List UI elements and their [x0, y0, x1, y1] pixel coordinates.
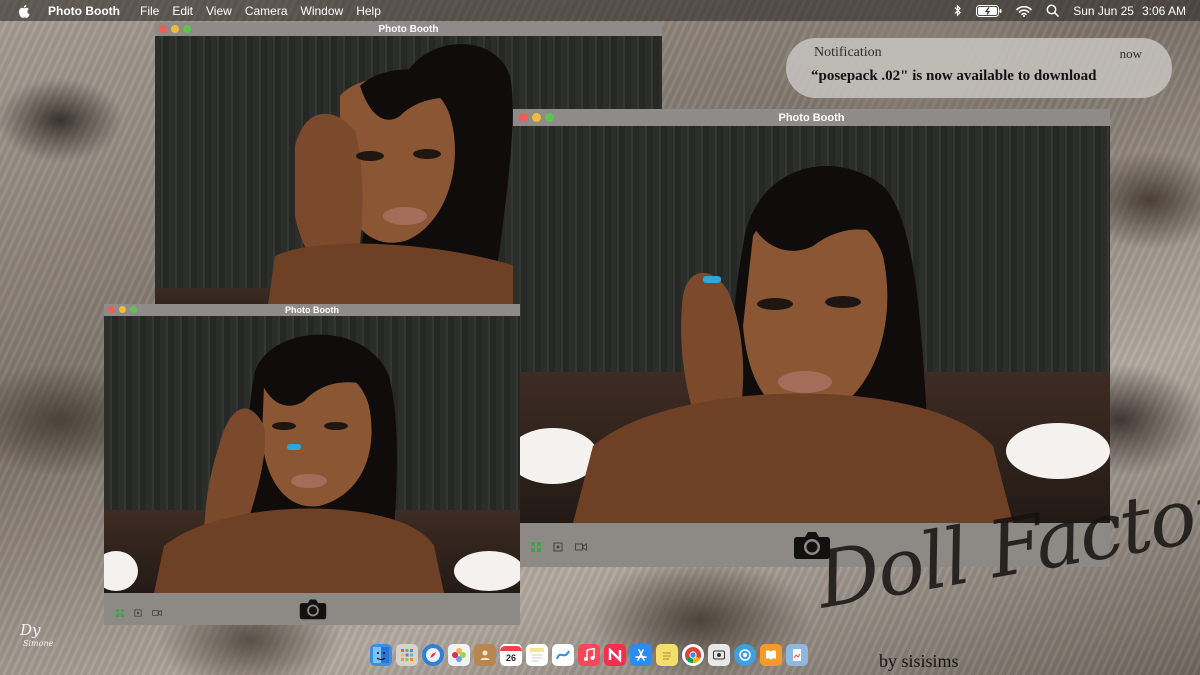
menu-help[interactable]: Help [356, 4, 381, 18]
close-button[interactable] [159, 25, 167, 33]
notes-icon[interactable] [526, 644, 548, 666]
portrait-figure [104, 334, 520, 593]
app-store-icon[interactable] [630, 644, 652, 666]
window-title-bar[interactable]: Photo Booth [104, 304, 520, 316]
portrait-figure [513, 166, 1110, 523]
notification-banner[interactable]: Notification now “posepack .02" is now a… [786, 38, 1172, 98]
battery-icon[interactable] [976, 4, 1002, 17]
byline-watermark: by sisisims [879, 651, 959, 671]
screenshot-icon[interactable] [708, 644, 730, 666]
safari-icon[interactable] [422, 644, 444, 666]
photo-booth-window-main[interactable]: Photo Booth [513, 109, 1110, 567]
bluetooth-icon[interactable] [954, 4, 962, 17]
notification-title: Notification [814, 45, 882, 60]
chrome-icon[interactable] [682, 644, 704, 666]
window-title: Photo Booth [778, 111, 845, 124]
spotlight-search-icon[interactable] [1046, 4, 1060, 17]
finder-icon[interactable] [370, 644, 392, 666]
menu-file[interactable]: File [140, 4, 159, 18]
calendar-day: 26 [505, 652, 516, 663]
close-button[interactable] [519, 113, 528, 122]
window-title-bar[interactable]: Photo Booth [513, 109, 1110, 126]
system-icon[interactable] [734, 644, 756, 666]
wifi-icon[interactable] [1016, 5, 1033, 17]
menu-edit[interactable]: Edit [172, 4, 193, 18]
preview-icon[interactable] [786, 644, 808, 666]
minimize-button[interactable] [171, 25, 179, 33]
minimize-button[interactable] [119, 306, 126, 313]
video-mode-icon[interactable] [575, 539, 587, 557]
menu-view[interactable]: View [206, 4, 232, 18]
dock: 26 [366, 640, 808, 670]
news-icon[interactable] [604, 644, 626, 666]
minimize-button[interactable] [532, 113, 541, 122]
contacts-icon[interactable] [474, 644, 496, 666]
apple-menu-icon[interactable] [18, 4, 34, 18]
signature-watermark: Dy Simone [20, 623, 54, 650]
menu-bar: Photo Booth File Edit View Camera Window… [0, 0, 1200, 21]
photo-booth-window-bottom-left[interactable]: Photo Booth [104, 304, 520, 625]
menu-camera[interactable]: Camera [245, 4, 288, 18]
photos-icon[interactable] [448, 644, 470, 666]
grid-view-icon[interactable] [116, 604, 124, 622]
zoom-button[interactable] [130, 306, 137, 313]
single-photo-view-icon[interactable] [134, 604, 142, 622]
photo-booth-toolbar [104, 593, 520, 625]
camera-preview [104, 316, 520, 593]
video-mode-icon[interactable] [152, 604, 162, 622]
window-title-bar[interactable]: Photo Booth [155, 22, 662, 36]
menu-clock[interactable]: Sun Jun 25 3:06 AM [1073, 4, 1186, 18]
clock-date: Sun Jun 25 [1073, 3, 1134, 18]
close-button[interactable] [108, 306, 115, 313]
window-title: Photo Booth [378, 23, 439, 35]
camera-shutter-button[interactable] [299, 598, 327, 625]
clock-time: 3:06 AM [1141, 3, 1186, 18]
zoom-button[interactable] [183, 25, 191, 33]
app-name-menu[interactable]: Photo Booth [48, 4, 120, 18]
calendar-icon[interactable]: 26 [500, 644, 522, 666]
books-icon[interactable] [760, 644, 782, 666]
notification-message: “posepack .02" is now available to downl… [811, 68, 1097, 84]
menu-window[interactable]: Window [301, 4, 344, 18]
grid-view-icon[interactable] [531, 539, 541, 557]
signature-sub: Simone [23, 639, 54, 648]
freeform-icon[interactable] [552, 644, 574, 666]
music-icon[interactable] [578, 644, 600, 666]
launchpad-icon[interactable] [396, 644, 418, 666]
single-photo-view-icon[interactable] [553, 539, 563, 557]
stickies-icon[interactable] [656, 644, 678, 666]
camera-preview [513, 126, 1110, 523]
notification-time: now [1119, 46, 1142, 61]
zoom-button[interactable] [545, 113, 554, 122]
window-title: Photo Booth [285, 305, 339, 315]
